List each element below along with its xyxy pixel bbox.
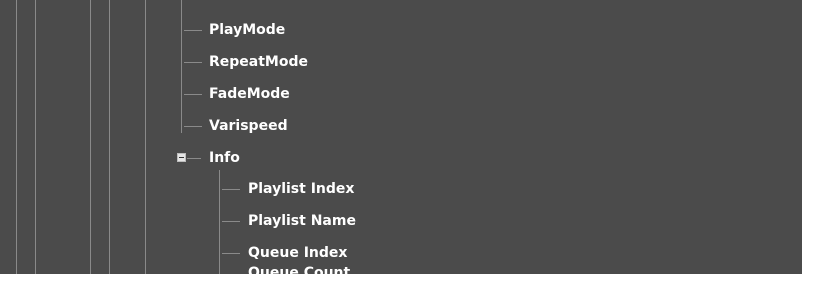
tree-connector <box>184 94 202 95</box>
tree-connector <box>222 253 240 254</box>
tree-guide-line <box>109 0 110 274</box>
tree-node-playlist-index[interactable]: Playlist Index <box>248 180 354 198</box>
tree-node-info[interactable]: Info <box>209 149 240 167</box>
tree-node-playmode[interactable]: PlayMode <box>209 21 285 39</box>
tree-view-panel: PlayMode RepeatMode FadeMode Varispeed I… <box>0 0 802 274</box>
tree-node-repeatmode[interactable]: RepeatMode <box>209 53 308 71</box>
tree-node-queue-count[interactable]: Queue Count <box>248 264 350 274</box>
tree-node-fademode[interactable]: FadeMode <box>209 85 290 103</box>
tree-connector <box>184 62 202 63</box>
tree-guide-line <box>16 0 17 274</box>
tree-guide-line <box>35 0 36 274</box>
tree-guide-line <box>219 170 220 274</box>
tree-guide-line <box>145 0 146 274</box>
tree-guide-line <box>90 0 91 274</box>
collapse-icon[interactable] <box>177 153 186 162</box>
tree-connector <box>222 189 240 190</box>
tree-guide-line <box>181 0 182 133</box>
tree-connector <box>187 158 201 159</box>
tree-connector <box>184 30 202 31</box>
tree-node-queue-index[interactable]: Queue Index <box>248 244 347 262</box>
tree-connector <box>184 126 202 127</box>
tree-connector <box>222 221 240 222</box>
tree-node-varispeed[interactable]: Varispeed <box>209 117 288 135</box>
tree-node-playlist-name[interactable]: Playlist Name <box>248 212 356 230</box>
